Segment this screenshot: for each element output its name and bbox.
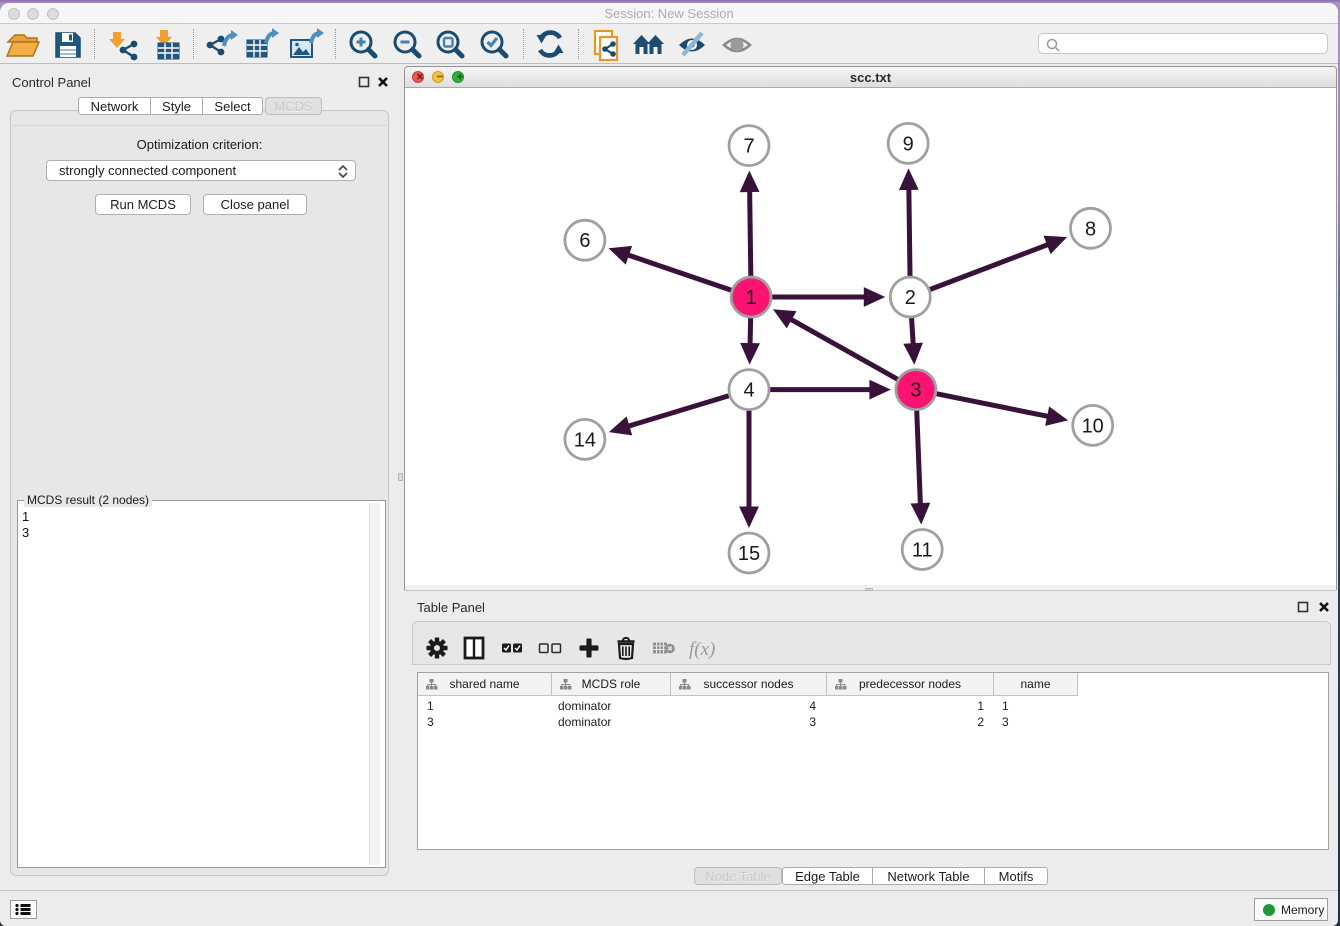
svg-text:14: 14	[574, 429, 596, 451]
svg-text:2: 2	[905, 287, 916, 309]
svg-text:10: 10	[1082, 415, 1104, 437]
svg-text:9: 9	[903, 133, 914, 155]
svg-text:f(x): f(x)	[689, 639, 715, 660]
svg-text:6: 6	[579, 230, 590, 252]
svg-text:15: 15	[738, 543, 760, 565]
svg-text:1: 1	[746, 287, 757, 309]
svg-text:7: 7	[743, 136, 754, 158]
svg-text:3: 3	[910, 380, 921, 402]
svg-text:11: 11	[912, 540, 933, 562]
svg-text:4: 4	[743, 380, 754, 402]
svg-text:8: 8	[1085, 218, 1096, 240]
